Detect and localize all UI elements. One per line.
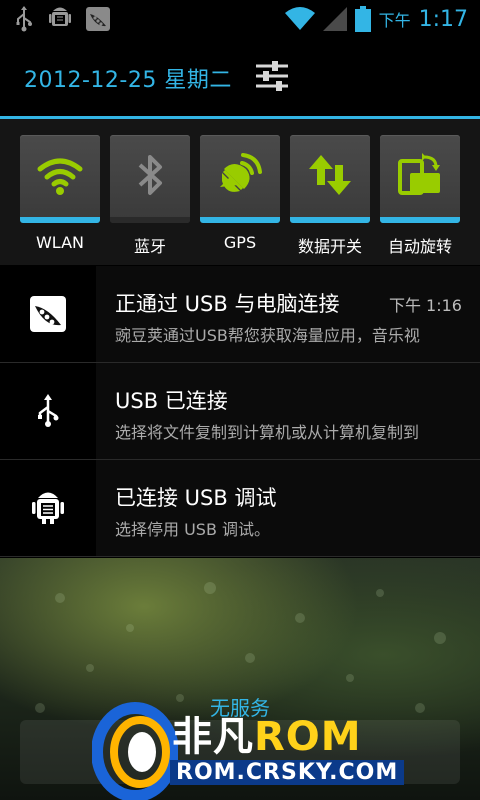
toggle-gps-label: GPS xyxy=(223,233,257,252)
settings-sliders-icon[interactable] xyxy=(254,58,290,94)
swirl-logo-icon xyxy=(92,702,178,800)
toggle-bluetooth-button[interactable] xyxy=(110,135,190,223)
notification-text: 选择停用 USB 调试。 xyxy=(115,520,271,539)
toggle-wlan-button[interactable] xyxy=(20,135,100,223)
toggle-rotate-button[interactable] xyxy=(380,135,460,223)
auto-rotate-icon xyxy=(398,153,440,195)
toggle-wlan-label: WLAN xyxy=(35,233,84,252)
toggle-wlan-indicator xyxy=(20,217,100,223)
android-debug-icon xyxy=(32,492,64,524)
watermark-brand-cn: 非凡 xyxy=(172,714,254,760)
watermark-brand-rom: ROM xyxy=(254,714,362,760)
notification-usb-debug[interactable]: 已连接 USB 调试 选择停用 USB 调试。 xyxy=(0,460,480,557)
android-debug-icon xyxy=(49,7,71,26)
watermark-url: ROM.CRSKY.COM xyxy=(170,760,405,785)
peapod-icon xyxy=(86,7,110,31)
notification-time: 下午 1:16 xyxy=(388,296,462,315)
notification-usb-pc[interactable]: 正通过 USB 与电脑连接 下午 1:16 豌豆荚通过USB帮您获取海量应用，音… xyxy=(0,266,480,363)
notification-text: 豌豆荚通过USB帮您获取海量应用，音乐视 xyxy=(115,326,420,345)
toggle-bluetooth-label: 蓝牙 xyxy=(133,237,166,256)
notification-icon-area xyxy=(0,266,96,362)
bluetooth-icon xyxy=(138,155,162,195)
status-icons-left xyxy=(14,6,110,32)
notification-header: 2012-12-25 星期二 xyxy=(0,38,480,116)
status-bar[interactable]: 下午 1:17 xyxy=(0,0,480,38)
watermark-brand: 非凡ROM xyxy=(172,704,362,762)
toggle-bluetooth-indicator xyxy=(110,217,190,223)
usb-icon xyxy=(16,6,32,32)
notification-title: 已连接 USB 调试 xyxy=(115,486,277,510)
signal-icon xyxy=(322,7,347,31)
wifi-icon xyxy=(284,7,315,30)
toggle-data-label: 数据开关 xyxy=(297,237,362,256)
notification-icon-area xyxy=(0,363,96,459)
toggle-gps[interactable]: GPS xyxy=(200,135,280,255)
wifi-icon xyxy=(37,158,83,195)
toggle-rotate-label: 自动旋转 xyxy=(387,237,452,256)
notification-usb-connected[interactable]: USB 已连接 选择将文件复制到计算机或从计算机复制到 xyxy=(0,363,480,460)
toggle-wlan[interactable]: WLAN xyxy=(20,135,100,255)
status-icons-right: 下午 1:17 xyxy=(284,2,468,36)
battery-icon xyxy=(354,6,371,32)
watermark-logo: 非凡ROM ROM.CRSKY.COM xyxy=(92,700,412,800)
notification-icon-area xyxy=(0,460,96,556)
toggle-gps-indicator xyxy=(200,217,280,223)
toggle-bluetooth[interactable]: 蓝牙 xyxy=(110,135,190,256)
peapod-icon xyxy=(30,296,66,332)
notification-title: 正通过 USB 与电脑连接 xyxy=(115,292,340,316)
toggle-gps-button[interactable] xyxy=(200,135,280,223)
toggle-data-indicator xyxy=(290,217,370,223)
gps-icon xyxy=(220,153,262,192)
date-label: 2012-12-25 星期二 xyxy=(24,68,232,93)
usb-icon xyxy=(38,394,59,427)
notification-text: 选择将文件复制到计算机或从计算机复制到 xyxy=(115,423,420,442)
toggle-rotate-indicator xyxy=(380,217,460,223)
data-arrows-icon xyxy=(309,155,351,195)
toggle-rotate[interactable]: 自动旋转 xyxy=(380,135,460,256)
quick-toggles: WLAN 蓝牙 GPS 数据开关 自动旋转 xyxy=(0,119,480,265)
status-ampm: 下午 xyxy=(378,11,411,30)
notification-title: USB 已连接 xyxy=(115,389,228,413)
status-time: 1:17 xyxy=(418,6,468,32)
toggle-data-button[interactable] xyxy=(290,135,370,223)
toggle-data[interactable]: 数据开关 xyxy=(290,135,370,256)
